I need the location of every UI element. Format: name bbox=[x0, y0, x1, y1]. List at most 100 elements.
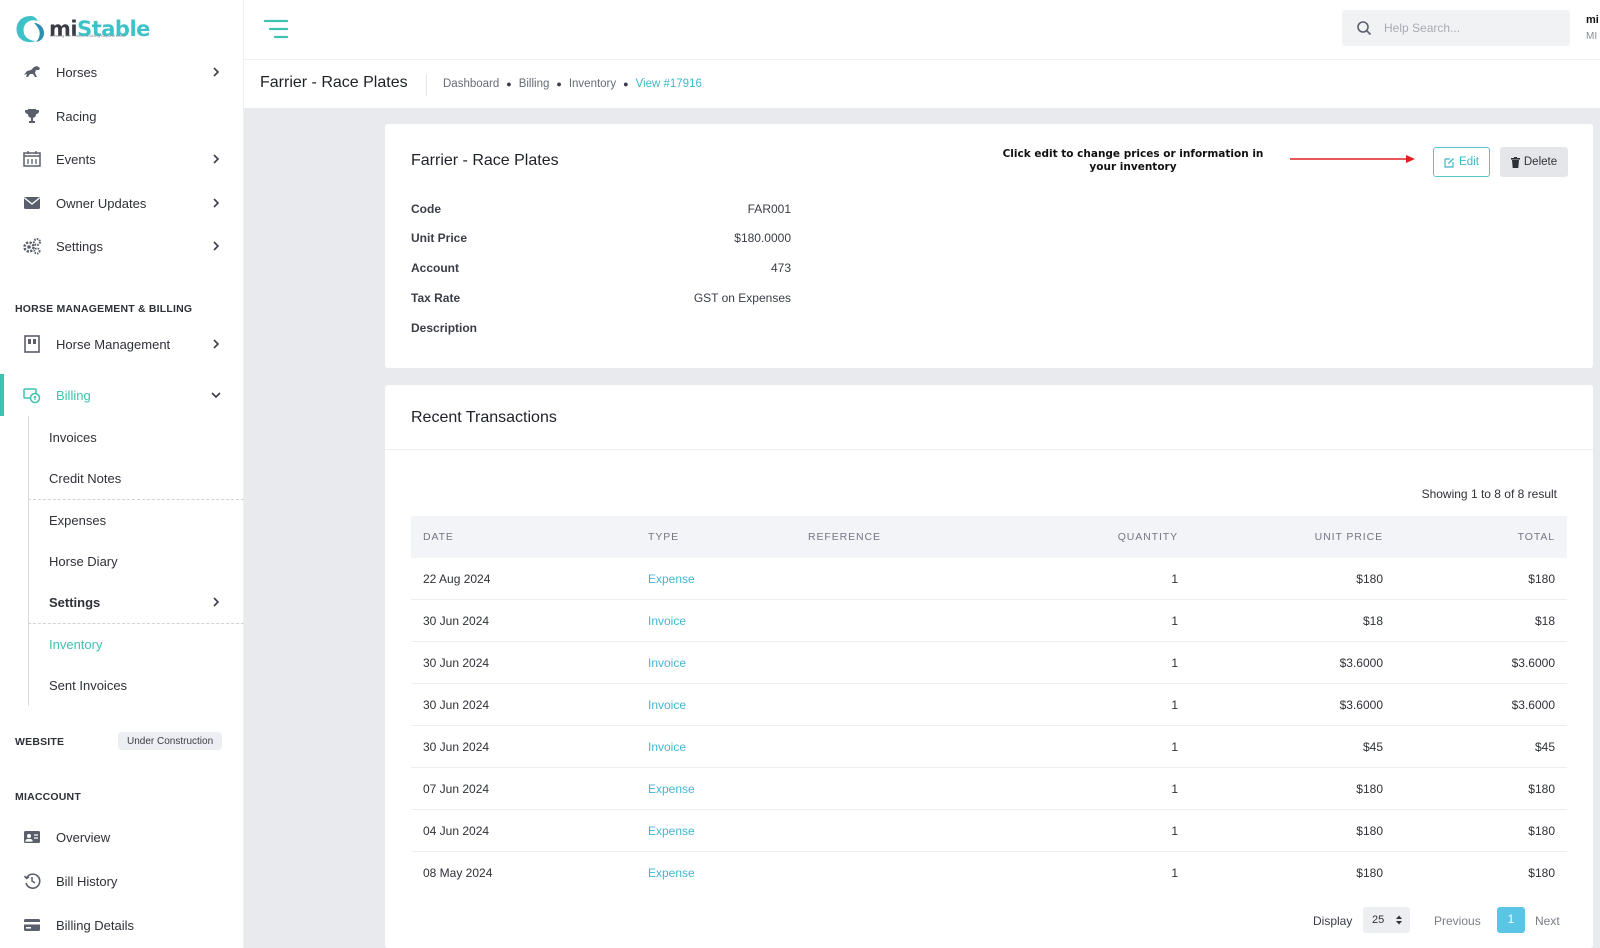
chevron-down-icon bbox=[211, 392, 221, 399]
cell-quantity: 1 bbox=[1171, 824, 1178, 838]
chevron-right-icon bbox=[213, 339, 220, 349]
submenu-item-invoices[interactable]: Invoices bbox=[49, 430, 97, 445]
field-value-unit-price: $180.0000 bbox=[734, 231, 791, 245]
breadcrumb: Dashboard ● Billing ● Inventory ● View #… bbox=[443, 78, 702, 90]
sidebar-item-settings[interactable]: Settings bbox=[0, 228, 244, 264]
gears-icon bbox=[22, 236, 42, 256]
table-row: 30 Jun 2024 Invoice 1 $3.6000 $3.6000 bbox=[411, 684, 1567, 726]
menu-toggle-icon[interactable] bbox=[264, 19, 288, 39]
user-role: MI bbox=[1586, 31, 1598, 42]
card-title: Farrier - Race Plates bbox=[411, 152, 559, 169]
trophy-icon bbox=[22, 106, 42, 126]
annotation-note: Click edit to change prices or informati… bbox=[1002, 148, 1264, 173]
cell-unit-price: $180 bbox=[1356, 824, 1383, 838]
field-label-unit-price: Unit Price bbox=[411, 231, 468, 245]
cell-type-link[interactable]: Expense bbox=[648, 824, 695, 838]
search-icon bbox=[1357, 21, 1372, 36]
chevron-right-icon bbox=[213, 241, 220, 251]
cell-type-link[interactable]: Invoice bbox=[648, 614, 686, 628]
breadcrumb-separator: ● bbox=[556, 79, 562, 89]
table-row: 04 Jun 2024 Expense 1 $180 $180 bbox=[411, 810, 1567, 852]
cell-type-link[interactable]: Expense bbox=[648, 866, 695, 880]
cell-unit-price: $45 bbox=[1362, 740, 1383, 754]
field-label-code: Code bbox=[411, 202, 441, 216]
breadcrumb-billing[interactable]: Billing bbox=[519, 78, 550, 90]
submenu-divider bbox=[28, 499, 244, 500]
pagination-previous[interactable]: Previous bbox=[1434, 914, 1481, 928]
user-name[interactable]: mi bbox=[1586, 14, 1599, 26]
submenu-item-credit-notes[interactable]: Credit Notes bbox=[49, 471, 121, 486]
sidebar-item-billing-details[interactable]: Billing Details bbox=[0, 907, 244, 943]
page-size-value: 25 bbox=[1372, 914, 1385, 926]
submenu-item-horse-diary[interactable]: Horse Diary bbox=[49, 554, 118, 569]
column-header-total[interactable]: TOTAL bbox=[1411, 531, 1555, 543]
column-header-date[interactable]: DATE bbox=[423, 531, 454, 543]
sidebar-item-bill-history[interactable]: Bill History bbox=[0, 863, 244, 899]
cell-date: 07 Jun 2024 bbox=[423, 782, 490, 796]
billing-icon bbox=[22, 385, 42, 405]
annotation-arrow-icon bbox=[1290, 155, 1415, 163]
sidebar-item-billing[interactable]: Billing bbox=[0, 377, 244, 413]
cell-date: 04 Jun 2024 bbox=[423, 824, 490, 838]
sidebar-item-overview[interactable]: Overview bbox=[0, 819, 244, 855]
page-header: Farrier - Race Plates Dashboard ● Billin… bbox=[244, 60, 1600, 108]
cell-date: 30 Jun 2024 bbox=[423, 614, 490, 628]
page-size-select[interactable]: 25 bbox=[1363, 907, 1410, 933]
app-logo[interactable]: miStable bbox=[14, 14, 150, 44]
submenu-item-settings[interactable]: Settings bbox=[49, 595, 100, 610]
field-label-tax-rate: Tax Rate bbox=[411, 291, 461, 305]
submenu-item-sent-invoices[interactable]: Sent Invoices bbox=[49, 678, 127, 693]
top-bar: mi MI bbox=[244, 0, 1600, 60]
edit-button-label: Edit bbox=[1459, 156, 1479, 168]
cell-total: $3.6000 bbox=[1511, 698, 1555, 712]
sidebar-item-horses[interactable]: Horses bbox=[0, 54, 244, 90]
search-input[interactable] bbox=[1384, 18, 1559, 38]
envelope-icon bbox=[22, 193, 42, 213]
sidebar-item-events[interactable]: Events bbox=[0, 141, 244, 177]
pagination-page-1[interactable]: 1 bbox=[1497, 907, 1525, 933]
column-header-unit-price[interactable]: UNIT PRICE bbox=[1251, 531, 1383, 543]
field-value-tax-rate: GST on Expenses bbox=[693, 291, 791, 305]
horse-icon bbox=[22, 62, 42, 82]
cell-type-link[interactable]: Invoice bbox=[648, 656, 686, 670]
field-value-account: 473 bbox=[770, 261, 791, 275]
cell-date: 08 May 2024 bbox=[423, 866, 493, 880]
column-header-quantity[interactable]: QUANTITY bbox=[1051, 531, 1178, 543]
cell-type-link[interactable]: Invoice bbox=[648, 698, 686, 712]
help-search[interactable] bbox=[1342, 10, 1570, 46]
pagination-next[interactable]: Next bbox=[1535, 914, 1560, 928]
sidebar-item-owner-updates[interactable]: Owner Updates bbox=[0, 185, 244, 221]
cell-total: $45 bbox=[1534, 740, 1555, 754]
cell-total: $3.6000 bbox=[1511, 656, 1555, 670]
cell-type-link[interactable]: Expense bbox=[648, 782, 695, 796]
cell-quantity: 1 bbox=[1171, 614, 1178, 628]
sidebar-item-horse-management[interactable]: Horse Management bbox=[0, 326, 244, 362]
cell-type-link[interactable]: Expense bbox=[648, 572, 695, 586]
cell-type-link[interactable]: Invoice bbox=[648, 740, 686, 754]
table-header: DATE TYPE REFERENCE QUANTITY UNIT PRICE … bbox=[411, 516, 1567, 558]
edit-button[interactable]: Edit bbox=[1433, 147, 1490, 177]
field-label-description: Description bbox=[411, 321, 478, 335]
submenu-item-inventory[interactable]: Inventory bbox=[49, 637, 102, 652]
sort-arrows-icon bbox=[1396, 915, 1402, 925]
chevron-right-icon bbox=[213, 597, 220, 607]
cell-total: $180 bbox=[1528, 866, 1555, 880]
table-row: 07 Jun 2024 Expense 1 $180 $180 bbox=[411, 768, 1567, 810]
breadcrumb-inventory[interactable]: Inventory bbox=[569, 78, 616, 90]
column-header-type[interactable]: TYPE bbox=[648, 531, 679, 543]
section-title-website: WEBSITE bbox=[15, 736, 65, 748]
column-header-reference[interactable]: REFERENCE bbox=[808, 531, 881, 543]
cell-date: 22 Aug 2024 bbox=[423, 572, 491, 586]
breadcrumb-dashboard[interactable]: Dashboard bbox=[443, 78, 499, 90]
sidebar-item-racing[interactable]: Racing bbox=[0, 98, 244, 134]
sidebar-item-label: Owner Updates bbox=[56, 195, 147, 211]
cell-unit-price: $18 bbox=[1362, 614, 1383, 628]
card-divider bbox=[385, 449, 1593, 450]
delete-button[interactable]: Delete bbox=[1500, 147, 1568, 177]
submenu-item-expenses[interactable]: Expenses bbox=[49, 513, 106, 528]
sidebar-item-label: Horses bbox=[56, 64, 98, 80]
trash-icon bbox=[1510, 156, 1520, 168]
chevron-right-icon bbox=[213, 154, 220, 164]
table-row: 22 Aug 2024 Expense 1 $180 $180 bbox=[411, 558, 1567, 600]
logo-tagline: Leading the Future, Building Beyond Eart… bbox=[50, 33, 126, 38]
